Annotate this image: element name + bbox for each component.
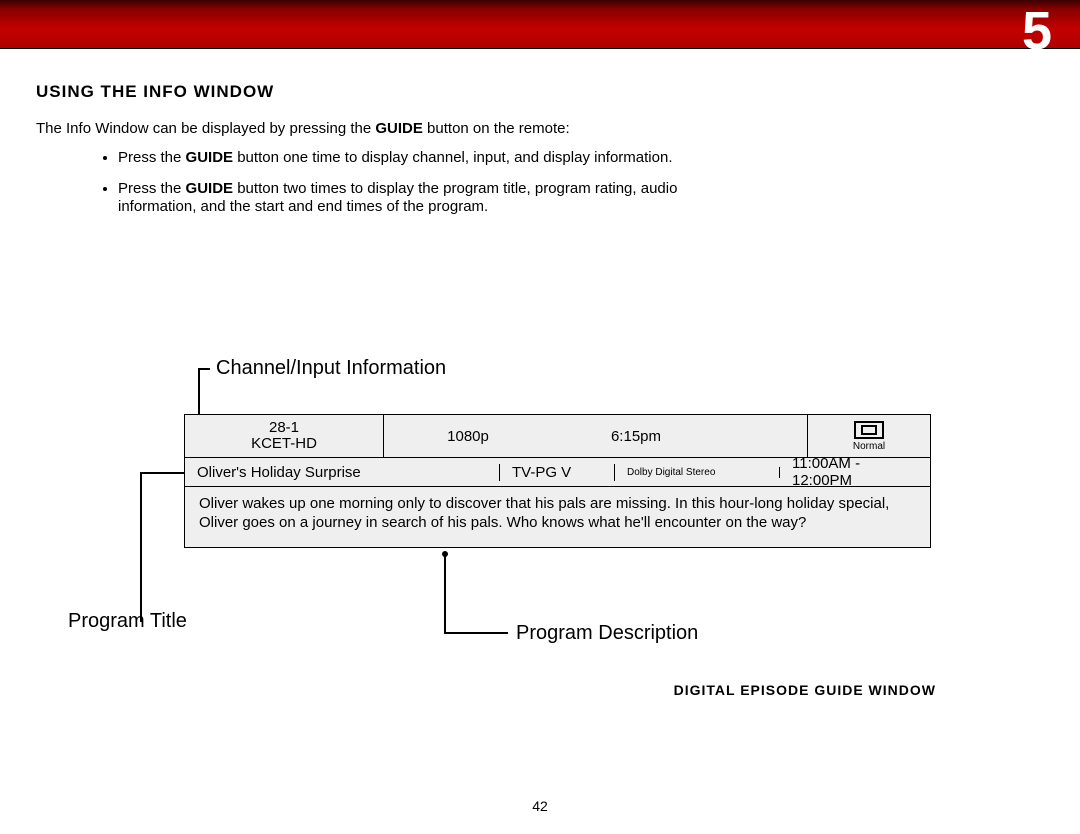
cell-resolution: 1080p [384, 415, 552, 457]
cell-program-title: Oliver's Holiday Surprise [185, 464, 500, 481]
connector-line [444, 632, 508, 634]
info-window-table: 28-1 KCET-HD 1080p 6:15pm Normal Oliver'… [184, 414, 931, 548]
intro-post: button on the remote: [423, 120, 570, 137]
page-number: 42 [0, 798, 1080, 814]
instruction-list: Press the GUIDE button one time to displ… [78, 149, 678, 217]
info-row-description: Oliver wakes up one morning only to disc… [185, 487, 930, 547]
cell-time: 6:15pm [552, 415, 720, 457]
aspect-icon [854, 421, 884, 439]
info-row-program: Oliver's Holiday Surprise TV-PG V Dolby … [185, 458, 930, 487]
cell-channel: 28-1 KCET-HD [185, 415, 384, 457]
channel-number: 28-1 [199, 420, 369, 436]
intro-bold: GUIDE [375, 120, 423, 137]
channel-name: KCET-HD [199, 436, 369, 452]
bullet-1: Press the GUIDE button one time to displ… [118, 149, 678, 168]
connector-line [140, 472, 142, 622]
b2-pre: Press the [118, 180, 186, 197]
label-program-description: Program Description [516, 622, 698, 645]
b1-bold: GUIDE [186, 149, 234, 166]
cell-spacer [720, 415, 807, 457]
figure-caption: DIGITAL EPISODE GUIDE WINDOW [674, 682, 936, 698]
label-channel-input: Channel/Input Information [216, 357, 446, 380]
chapter-number: 5 [1022, 0, 1052, 62]
connector-dot-icon [442, 551, 448, 557]
cell-audio: Dolby Digital Stereo [615, 467, 780, 478]
b2-bold: GUIDE [186, 180, 234, 197]
label-program-title: Program Title [68, 610, 187, 633]
aspect-label: Normal [822, 441, 916, 452]
bullet-2: Press the GUIDE button two times to disp… [118, 180, 678, 218]
cell-rating: TV-PG V [500, 464, 615, 481]
section-heading: USING THE INFO WINDOW [36, 82, 1036, 102]
cell-aspect: Normal [807, 415, 930, 457]
connector-line [444, 552, 446, 632]
header-band [0, 0, 1080, 49]
cell-timespan: 11:00AM - 12:00PM [780, 455, 930, 489]
intro-pre: The Info Window can be displayed by pres… [36, 120, 375, 137]
b1-pre: Press the [118, 149, 186, 166]
b1-post: button one time to display channel, inpu… [233, 149, 672, 166]
info-row-channel: 28-1 KCET-HD 1080p 6:15pm Normal [185, 415, 930, 458]
connector-line [198, 368, 210, 370]
intro-text: The Info Window can be displayed by pres… [36, 120, 606, 139]
content-area: USING THE INFO WINDOW The Info Window ca… [36, 82, 1036, 232]
